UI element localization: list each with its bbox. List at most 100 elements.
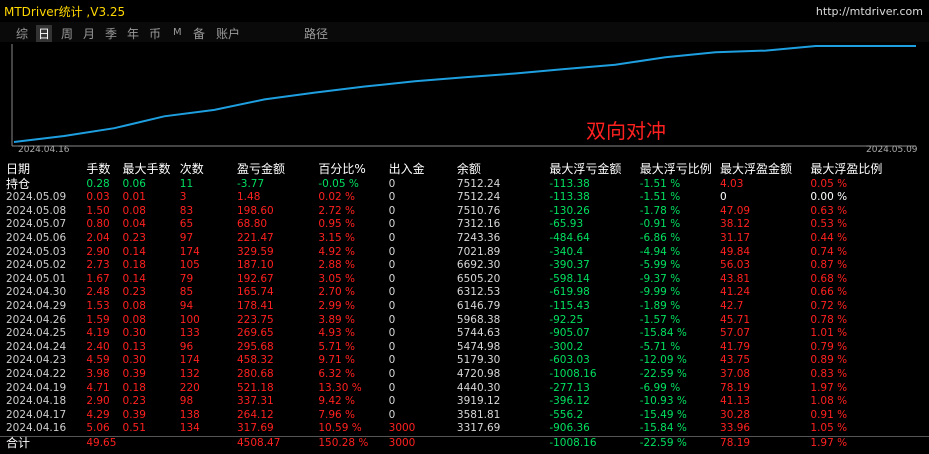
cell-max-float-profit-pct: 0.91 % <box>810 408 848 421</box>
cell-max-float-loss: -484.64 <box>549 232 590 245</box>
table-row[interactable]: 2024.04.16 5.06 0.51 134 317.69 10.59 % 3000 33… <box>0 422 929 436</box>
col-max-float-loss[interactable]: 最大浮亏金额 <box>543 160 633 177</box>
cell-balance: 7243.36 <box>456 232 501 245</box>
table-row[interactable]: 2024.05.01 1.67 0.14 79 192.67 3.05 % 0 6505.20… <box>0 273 929 287</box>
col-deposit[interactable]: 出入金 <box>383 160 451 177</box>
col-balance[interactable]: 余额 <box>451 160 543 177</box>
cell-max-float-profit-pct: 1.05 % <box>810 422 848 435</box>
table-row[interactable]: 2024.04.18 2.90 0.23 98 337.31 9.42 % 0 3919.12… <box>0 395 929 409</box>
cell-max-float-loss: -115.43 <box>549 300 590 313</box>
cell-max-lots: 0.01 <box>122 191 146 204</box>
total-row[interactable]: 合计 49.65 4508.47 150.28 % 3000 -1008.16 -22.59… <box>0 435 929 451</box>
cell-deposit: 0 <box>388 313 396 326</box>
cell-profit: 521.18 <box>237 381 274 394</box>
table-row[interactable]: 2024.04.30 2.48 0.23 85 165.74 2.70 % 0 6312.53… <box>0 286 929 300</box>
table-row[interactable]: 2024.04.29 1.53 0.08 94 178.41 2.99 % 0 6146.79… <box>0 300 929 314</box>
cell-lots: 2.90 <box>86 245 110 258</box>
tab-month[interactable]: 月 <box>83 25 95 42</box>
tab-account[interactable]: 账户 <box>216 25 240 42</box>
col-max-float-profit[interactable]: 最大浮盈金额 <box>714 160 804 177</box>
cell-max-float-loss-pct: -1.51 % <box>639 191 681 204</box>
balance-curve-chart <box>11 44 916 147</box>
col-count[interactable]: 次数 <box>174 160 231 177</box>
cell-lots: 2.48 <box>86 286 110 299</box>
tab-day[interactable]: 日 <box>36 25 53 42</box>
table-row[interactable]: 2024.04.25 4.19 0.30 133 269.65 4.93 % 0 5744.6… <box>0 327 929 341</box>
col-max-float-profit-pct[interactable]: 最大浮盈比例 <box>804 160 929 177</box>
col-date[interactable]: 日期 <box>0 160 80 177</box>
table-row[interactable]: 2024.04.26 1.59 0.08 100 223.75 3.89 % 0 5968.3… <box>0 313 929 327</box>
cell-max-lots: 0.08 <box>122 204 146 217</box>
cell-max-float-profit: 47.09 <box>720 204 751 217</box>
tab-year[interactable]: 年 <box>127 25 139 42</box>
cell-max-lots: 0.18 <box>122 381 146 394</box>
cell-max-float-loss-pct: -1.57 % <box>639 313 681 326</box>
cell-max-float-profit-pct: 0.44 % <box>810 232 848 245</box>
cell-max-lots: 0.51 <box>122 422 146 435</box>
cell-balance: 6505.20 <box>456 272 501 285</box>
tab-overview[interactable]: 综 <box>16 25 28 42</box>
cell-balance <box>450 435 544 451</box>
tab-quarter[interactable]: 季 <box>105 25 117 42</box>
tab-currency[interactable]: 币 <box>149 25 161 42</box>
col-max-float-loss-pct[interactable]: 最大浮亏比例 <box>634 160 714 177</box>
cell-max-float-profit-pct: 0.05 % <box>810 177 848 190</box>
cell-lots: 4.29 <box>86 408 110 421</box>
cell-profit: 4508.47 <box>231 435 313 451</box>
col-percent[interactable]: 百分比% <box>312 160 382 177</box>
cell-max-float-loss-pct: -5.99 % <box>639 259 681 272</box>
tab-notes[interactable]: 备 <box>193 25 205 42</box>
table-row[interactable]: 2024.04.19 4.71 0.18 220 521.18 13.30 % 0 4440.… <box>0 381 929 395</box>
cell-lots: 5.06 <box>86 422 110 435</box>
cell-max-float-loss: -396.12 <box>549 395 590 408</box>
cell-date: 2024.05.06 <box>6 232 67 245</box>
table-row[interactable]: 2024.04.22 3.98 0.39 132 280.68 6.32 % 0 4720.9… <box>0 368 929 382</box>
col-max-lots[interactable]: 最大手数 <box>117 160 174 177</box>
col-lots[interactable]: 手数 <box>80 160 116 177</box>
cell-max-float-profit-pct: 0.68 % <box>810 272 848 285</box>
table-row[interactable]: 2024.05.08 1.50 0.08 83 198.60 2.72 % 0 7510.76… <box>0 205 929 219</box>
tab-m[interactable]: M <box>173 27 182 38</box>
cell-max-lots: 0.04 <box>122 218 146 231</box>
tab-week[interactable]: 周 <box>61 25 73 42</box>
tab-path[interactable]: 路径 <box>304 25 328 42</box>
cell-max-float-profit: 33.96 <box>720 422 751 435</box>
cell-max-float-loss: -130.26 <box>549 204 590 217</box>
cell-balance: 5474.98 <box>456 340 501 353</box>
cell-balance: 4440.30 <box>456 381 501 394</box>
cell-max-lots: 0.30 <box>122 327 146 340</box>
cell-count: 96 <box>179 340 194 353</box>
cell-max-float-loss: -390.37 <box>549 259 590 272</box>
cell-count: 94 <box>179 300 194 313</box>
cell-deposit: 0 <box>388 354 396 367</box>
cell-profit: 1.48 <box>237 191 261 204</box>
cell-max-float-profit: 42.7 <box>720 300 744 313</box>
cell-count: 132 <box>179 368 200 381</box>
cell-deposit: 3000 <box>388 422 416 435</box>
table-row[interactable]: 2024.05.03 2.90 0.14 174 329.59 4.92 % 0 7021.8… <box>0 245 929 259</box>
cell-deposit: 0 <box>388 408 396 421</box>
table-row[interactable]: 2024.04.23 4.59 0.30 174 458.32 9.71 % 0 5179.3… <box>0 354 929 368</box>
col-profit[interactable]: 盈亏金额 <box>231 160 312 177</box>
cell-max-float-profit-pct: 0.83 % <box>810 368 848 381</box>
cell-percent: 0.95 % <box>318 218 356 231</box>
cell-profit: 198.60 <box>237 204 274 217</box>
cell-percent: 13.30 % <box>318 381 362 394</box>
table-row[interactable]: 2024.05.06 2.04 0.23 97 221.47 3.15 % 0 7243.36… <box>0 232 929 246</box>
cell-max-float-loss: -906.36 <box>549 422 590 435</box>
table-row[interactable]: 2024.05.09 0.03 0.01 3 1.48 0.02 % 0 7512.24 -11… <box>0 191 929 205</box>
table-row[interactable]: 2024.04.24 2.40 0.13 96 295.68 5.71 % 0 5474.98… <box>0 341 929 355</box>
cell-percent: 4.92 % <box>318 245 356 258</box>
cell-deposit: 0 <box>388 177 396 190</box>
cell-max-float-loss-pct: -22.59 % <box>633 435 715 451</box>
website-link[interactable]: http://mtdriver.com <box>816 5 923 18</box>
table-row[interactable]: 2024.04.17 4.29 0.39 138 264.12 7.96 % 0 3581.8… <box>0 409 929 423</box>
cell-max-float-loss-pct: -10.93 % <box>639 395 687 408</box>
cell-max-float-loss: -277.13 <box>549 381 590 394</box>
table-row[interactable]: 2024.05.07 0.80 0.04 65 68.80 0.95 % 0 7312.16 -… <box>0 218 929 232</box>
table-row[interactable]: 2024.05.02 2.73 0.18 105 187.10 2.88 % 0 6692.3… <box>0 259 929 273</box>
position-row[interactable]: 持仓 0.28 0.06 11 -3.77 -0.05 % 0 7512.24 -113.38 -… <box>0 177 929 191</box>
cell-max-float-profit: 37.08 <box>720 368 751 381</box>
cell-max-float-profit-pct: 1.01 % <box>810 327 848 340</box>
cell-percent: 10.59 % <box>318 422 362 435</box>
